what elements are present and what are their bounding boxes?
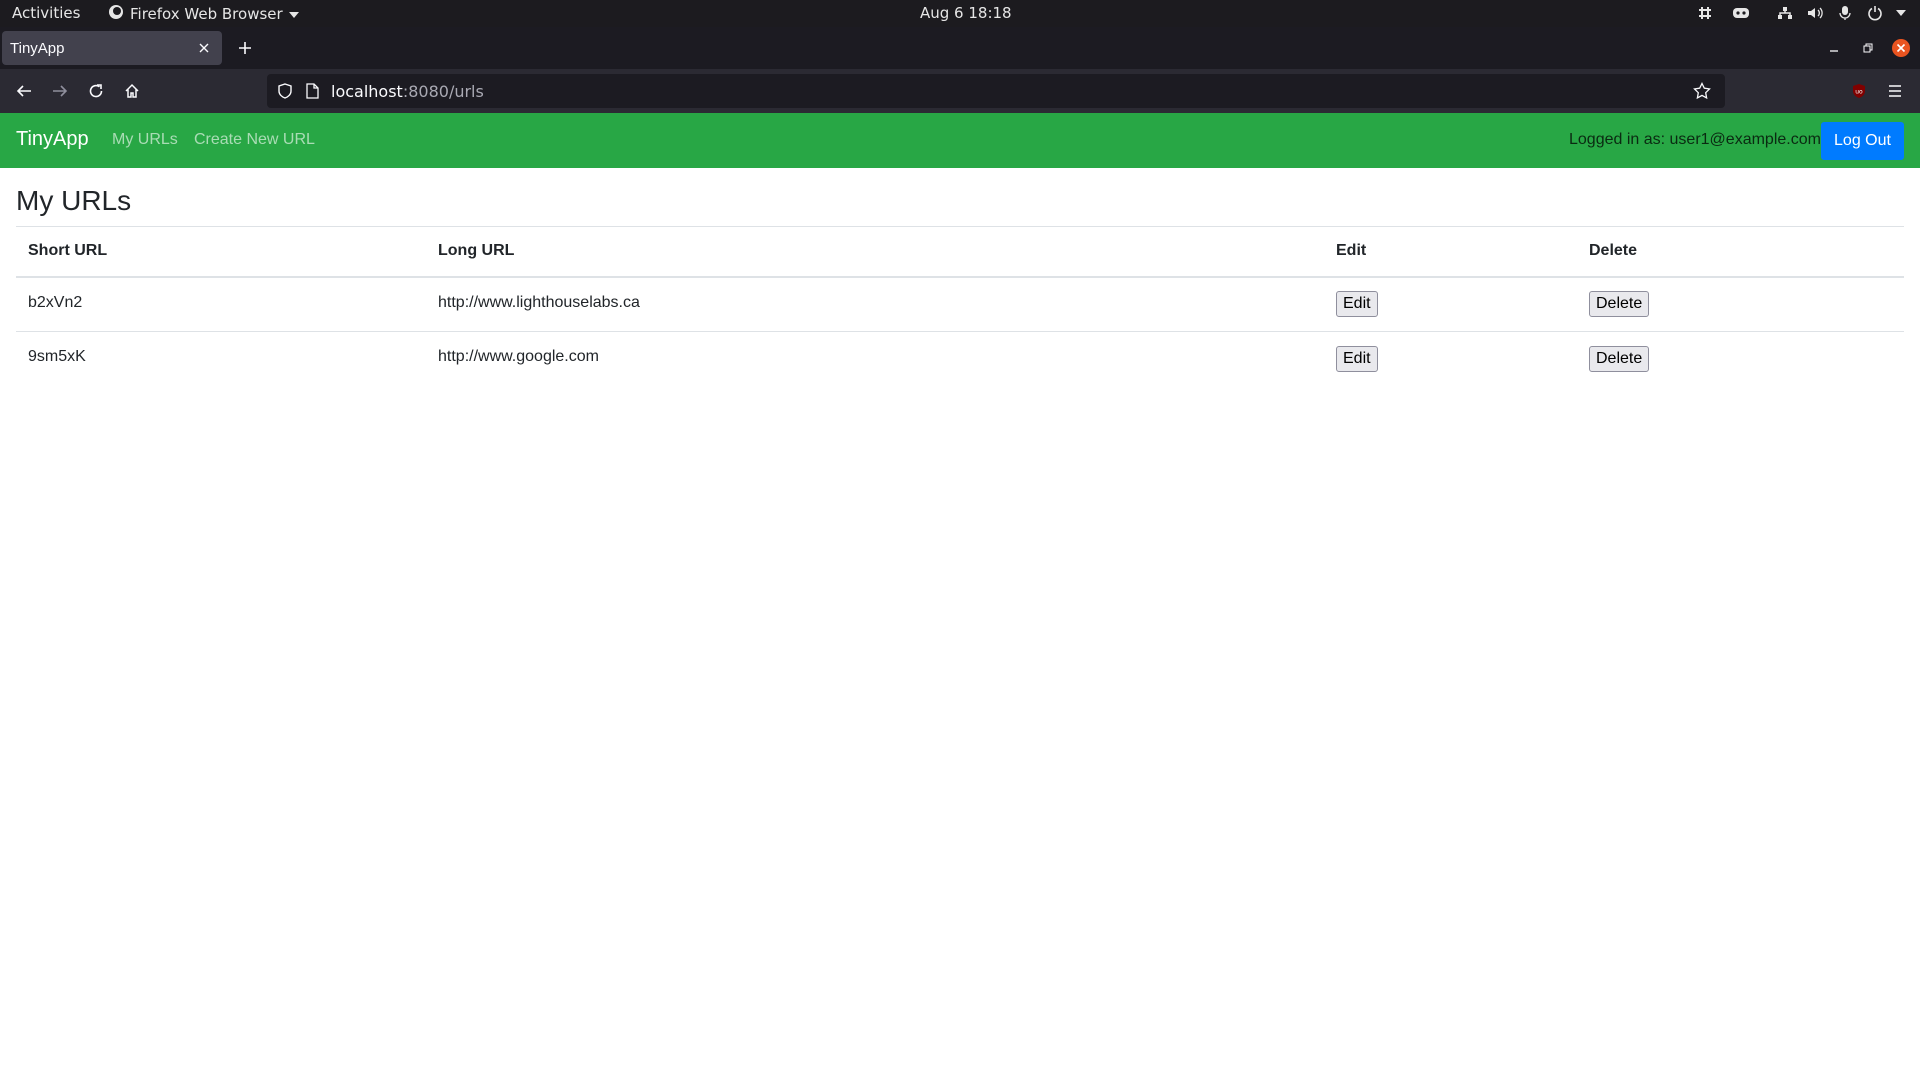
delete-button[interactable]: Delete <box>1589 291 1650 318</box>
new-tab-icon[interactable] <box>234 37 256 59</box>
svg-text:uo: uo <box>1855 89 1863 96</box>
bookmark-star-icon[interactable] <box>1693 82 1711 100</box>
url-text: localhost:8080/urls <box>331 82 484 101</box>
short-url-cell: b2xVn2 <box>16 276 426 332</box>
urls-table: Short URL Long URL Edit Delete b2xVn2 ht… <box>16 226 1904 387</box>
discord-icon[interactable] <box>1732 4 1750 22</box>
brand-link[interactable]: TinyApp <box>16 128 89 151</box>
table-row: 9sm5xK http://www.google.com Edit Delete <box>16 331 1904 387</box>
url-host: localhost <box>331 81 403 101</box>
shield-icon[interactable] <box>277 83 293 99</box>
edit-cell: Edit <box>1324 331 1577 387</box>
microphone-icon[interactable] <box>1836 4 1854 22</box>
restore-icon[interactable] <box>1857 37 1879 59</box>
close-window-icon[interactable] <box>1890 37 1912 59</box>
table-row: b2xVn2 http://www.lighthouselabs.ca Edit… <box>16 276 1904 332</box>
delete-cell: Delete <box>1577 331 1904 387</box>
system-tray <box>1696 4 1906 22</box>
tab-strip: TinyApp <box>0 27 1920 69</box>
home-icon[interactable] <box>120 79 144 103</box>
page-title: My URLs <box>16 185 132 216</box>
header-delete: Delete <box>1577 226 1904 278</box>
caret-down-icon <box>288 5 299 23</box>
back-icon[interactable] <box>12 79 36 103</box>
clock[interactable]: Aug 6 18:18 <box>920 4 1012 22</box>
edit-button[interactable]: Edit <box>1336 346 1378 373</box>
url-path: :8080/urls <box>402 81 484 101</box>
long-url-cell: http://www.google.com <box>426 331 1324 387</box>
system-top-bar: Activities Firefox Web Browser Aug 6 18:… <box>0 0 1920 27</box>
app-menu[interactable]: Firefox Web Browser <box>108 4 299 24</box>
logout-button[interactable]: Log Out <box>1821 122 1904 160</box>
edit-button[interactable]: Edit <box>1336 291 1378 318</box>
header-edit: Edit <box>1324 226 1577 278</box>
logged-in-text: Logged in as: user1@example.com <box>1569 131 1821 148</box>
edit-cell: Edit <box>1324 276 1577 332</box>
firefox-icon <box>108 4 124 24</box>
activities-button[interactable]: Activities <box>12 4 80 22</box>
tab-tinyapp[interactable]: TinyApp <box>2 31 222 65</box>
app-navbar: TinyApp My URLs Create New URL Logged in… <box>0 113 1920 168</box>
url-bar[interactable]: localhost:8080/urls <box>267 74 1725 108</box>
nav-link-create-new-url[interactable]: Create New URL <box>194 131 315 149</box>
short-url-cell: 9sm5xK <box>16 331 426 387</box>
app-menu-label: Firefox Web Browser <box>130 5 283 23</box>
delete-button[interactable]: Delete <box>1589 346 1650 373</box>
header-short-url: Short URL <box>16 226 426 278</box>
delete-cell: Delete <box>1577 276 1904 332</box>
menu-icon[interactable] <box>1883 79 1907 103</box>
tab-title: TinyApp <box>10 39 65 57</box>
close-tab-icon[interactable] <box>194 38 214 58</box>
ublock-icon[interactable]: uo <box>1847 79 1871 103</box>
header-long-url: Long URL <box>426 226 1324 278</box>
nav-link-my-urls[interactable]: My URLs <box>112 131 178 149</box>
caret-down-icon[interactable] <box>1896 4 1906 22</box>
network-icon[interactable] <box>1776 4 1794 22</box>
slack-icon[interactable] <box>1696 4 1714 22</box>
forward-icon[interactable] <box>48 79 72 103</box>
power-icon[interactable] <box>1866 4 1884 22</box>
long-url-cell: http://www.lighthouselabs.ca <box>426 276 1324 332</box>
minimize-icon[interactable] <box>1823 37 1845 59</box>
volume-icon[interactable] <box>1806 4 1824 22</box>
table-header-row: Short URL Long URL Edit Delete <box>16 226 1904 278</box>
reload-icon[interactable] <box>84 79 108 103</box>
browser-toolbar: localhost:8080/urls uo <box>0 69 1920 113</box>
page-icon[interactable] <box>305 83 319 99</box>
